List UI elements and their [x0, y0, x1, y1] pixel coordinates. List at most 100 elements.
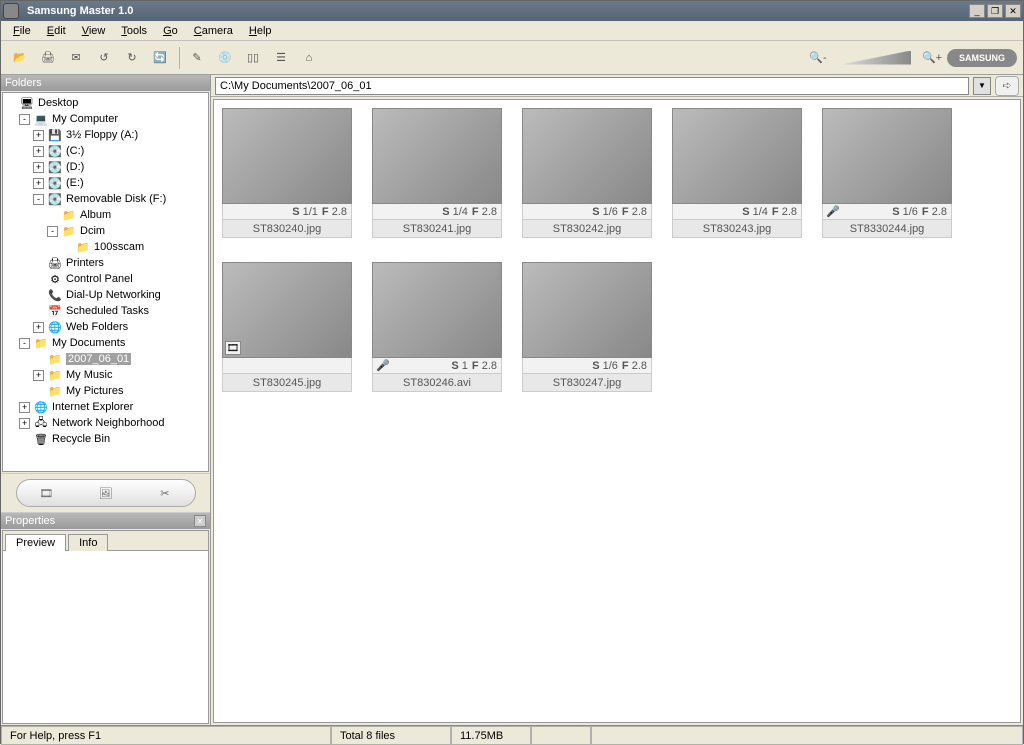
close-button[interactable]: ✕	[1005, 4, 1021, 18]
tree-node[interactable]: +📁My Music	[5, 367, 206, 383]
film-mode-icon[interactable]: 🎞	[31, 483, 61, 503]
window-title: Samsung Master 1.0	[23, 5, 967, 17]
tree-node[interactable]: 🖨Printers	[5, 255, 206, 271]
thumbnail-meta	[222, 358, 352, 374]
status-help: For Help, press F1	[1, 726, 331, 745]
expand-icon[interactable]: -	[33, 194, 44, 205]
expand-icon[interactable]: +	[33, 322, 44, 333]
zoom-out-icon[interactable]: 🔍-	[805, 45, 831, 71]
tree-node[interactable]: +💽(D:)	[5, 159, 206, 175]
toolbar-separator	[179, 47, 180, 69]
node-icon: 🖥	[19, 96, 35, 110]
folder-tree[interactable]: 🖥Desktop-💻My Computer+💾3½ Floppy (A:)+💽(…	[2, 92, 209, 472]
expand-icon[interactable]: -	[47, 226, 58, 237]
tree-node[interactable]: 📞Dial-Up Networking	[5, 287, 206, 303]
aperture-value: F 2.8	[922, 206, 947, 218]
menu-help[interactable]: Help	[241, 23, 280, 39]
menu-file[interactable]: File	[5, 23, 39, 39]
tree-node[interactable]: +🖧Network Neighborhood	[5, 415, 206, 431]
preview-area	[3, 551, 208, 723]
zoom-slider[interactable]	[841, 51, 911, 65]
menu-go[interactable]: Go	[155, 23, 186, 39]
node-label: 2007_06_01	[66, 353, 131, 365]
tree-node[interactable]: -📁Dcim	[5, 223, 206, 239]
node-icon: 📁	[47, 368, 63, 382]
path-go-icon[interactable]: ➪	[995, 76, 1019, 96]
mail-icon[interactable]: ✉	[63, 45, 89, 71]
cut-mode-icon[interactable]: ✂	[150, 483, 180, 503]
expand-icon[interactable]: +	[33, 146, 44, 157]
rotate-left-icon[interactable]: ↺	[91, 45, 117, 71]
expand-icon[interactable]: +	[33, 178, 44, 189]
print-icon[interactable]: 🖨	[35, 45, 61, 71]
tree-node[interactable]: +💾3½ Floppy (A:)	[5, 127, 206, 143]
expand-icon[interactable]: +	[19, 418, 30, 429]
toolbar: 📂 🖨 ✉ ↺ ↻ 🔄 ✎ 💿 ▯▯ ☰ ⌂ 🔍- 🔍+ SAMSUNG	[1, 41, 1023, 75]
tree-node[interactable]: 🖥Desktop	[5, 95, 206, 111]
node-icon: 🌐	[47, 320, 63, 334]
tree-node[interactable]: 🗑Recycle Bin	[5, 431, 206, 447]
expand-icon[interactable]: +	[33, 162, 44, 173]
expand-icon[interactable]: +	[33, 370, 44, 381]
path-input[interactable]	[215, 77, 969, 95]
status-cell-4	[531, 726, 591, 745]
node-icon: ⚙	[47, 272, 63, 286]
menu-edit[interactable]: Edit	[39, 23, 74, 39]
zoom-in-icon[interactable]: 🔍+	[919, 45, 945, 71]
node-label: 3½ Floppy (A:)	[66, 129, 138, 141]
thumbnail[interactable]: S 1/6F 2.8ST830242.jpg	[522, 108, 652, 238]
expand-icon[interactable]: -	[19, 114, 30, 125]
expand-icon[interactable]: +	[33, 130, 44, 141]
tree-node[interactable]: 📁100sscam	[5, 239, 206, 255]
tree-node[interactable]: +💽(E:)	[5, 175, 206, 191]
disc-icon[interactable]: 💿	[212, 45, 238, 71]
edit-icon[interactable]: ✎	[184, 45, 210, 71]
path-dropdown-icon[interactable]: ▼	[973, 77, 991, 95]
home-icon[interactable]: ⌂	[296, 45, 322, 71]
folders-header: Folders	[1, 75, 210, 91]
aperture-value: F 2.8	[622, 206, 647, 218]
tree-node[interactable]: 📅Scheduled Tasks	[5, 303, 206, 319]
menu-camera[interactable]: Camera	[186, 23, 241, 39]
tab-info[interactable]: Info	[68, 534, 108, 551]
tree-node[interactable]: -📁My Documents	[5, 335, 206, 351]
compare-icon[interactable]: ▯▯	[240, 45, 266, 71]
tree-node[interactable]: +💽(C:)	[5, 143, 206, 159]
tree-node[interactable]: ⚙Control Panel	[5, 271, 206, 287]
maximize-button[interactable]: ❐	[987, 4, 1003, 18]
expand-icon[interactable]: -	[19, 338, 30, 349]
node-label: Album	[80, 209, 111, 221]
thumbnail[interactable]: S 1/1F 2.8ST830240.jpg	[222, 108, 352, 238]
thumbnail[interactable]: 🎞ST830245.jpg	[222, 262, 352, 392]
tree-node[interactable]: +🌐Web Folders	[5, 319, 206, 335]
open-folder-icon[interactable]: 📂	[7, 45, 33, 71]
thumbnail[interactable]: S 1/4F 2.8ST830243.jpg	[672, 108, 802, 238]
thumbnail-image	[522, 108, 652, 204]
tree-node[interactable]: 📁My Pictures	[5, 383, 206, 399]
tree-node[interactable]: 📁2007_06_01	[5, 351, 206, 367]
mic-icon: 🎤	[377, 360, 389, 372]
rotate-right-icon[interactable]: ↻	[119, 45, 145, 71]
minimize-button[interactable]: _	[969, 4, 985, 18]
thumbnail-meta: S 1/6F 2.8	[522, 358, 652, 374]
expand-icon[interactable]: +	[19, 402, 30, 413]
menu-tools[interactable]: Tools	[113, 23, 155, 39]
path-bar: ▼ ➪	[211, 75, 1023, 97]
list-view-icon[interactable]: ☰	[268, 45, 294, 71]
refresh-icon[interactable]: 🔄	[147, 45, 173, 71]
properties-close-icon[interactable]: ✕	[194, 515, 206, 527]
tab-preview[interactable]: Preview	[5, 534, 66, 551]
thumbnail[interactable]: S 1/4F 2.8ST830241.jpg	[372, 108, 502, 238]
image-mode-icon[interactable]: 🖼	[90, 483, 120, 503]
thumbnail[interactable]: 🎤S 1F 2.8ST830246.avi	[372, 262, 502, 392]
thumbnail[interactable]: 🎤S 1/6F 2.8ST8330244.jpg	[822, 108, 952, 238]
status-cell-5	[591, 726, 1023, 745]
tree-node[interactable]: 📁Album	[5, 207, 206, 223]
thumbnail-image: 🎞	[222, 262, 352, 358]
tree-node[interactable]: -💽Removable Disk (F:)	[5, 191, 206, 207]
shutter-value: S 1/6	[892, 206, 918, 218]
tree-node[interactable]: -💻My Computer	[5, 111, 206, 127]
thumbnail[interactable]: S 1/6F 2.8ST830247.jpg	[522, 262, 652, 392]
node-label: Control Panel	[66, 273, 133, 285]
menu-view[interactable]: View	[74, 23, 114, 39]
